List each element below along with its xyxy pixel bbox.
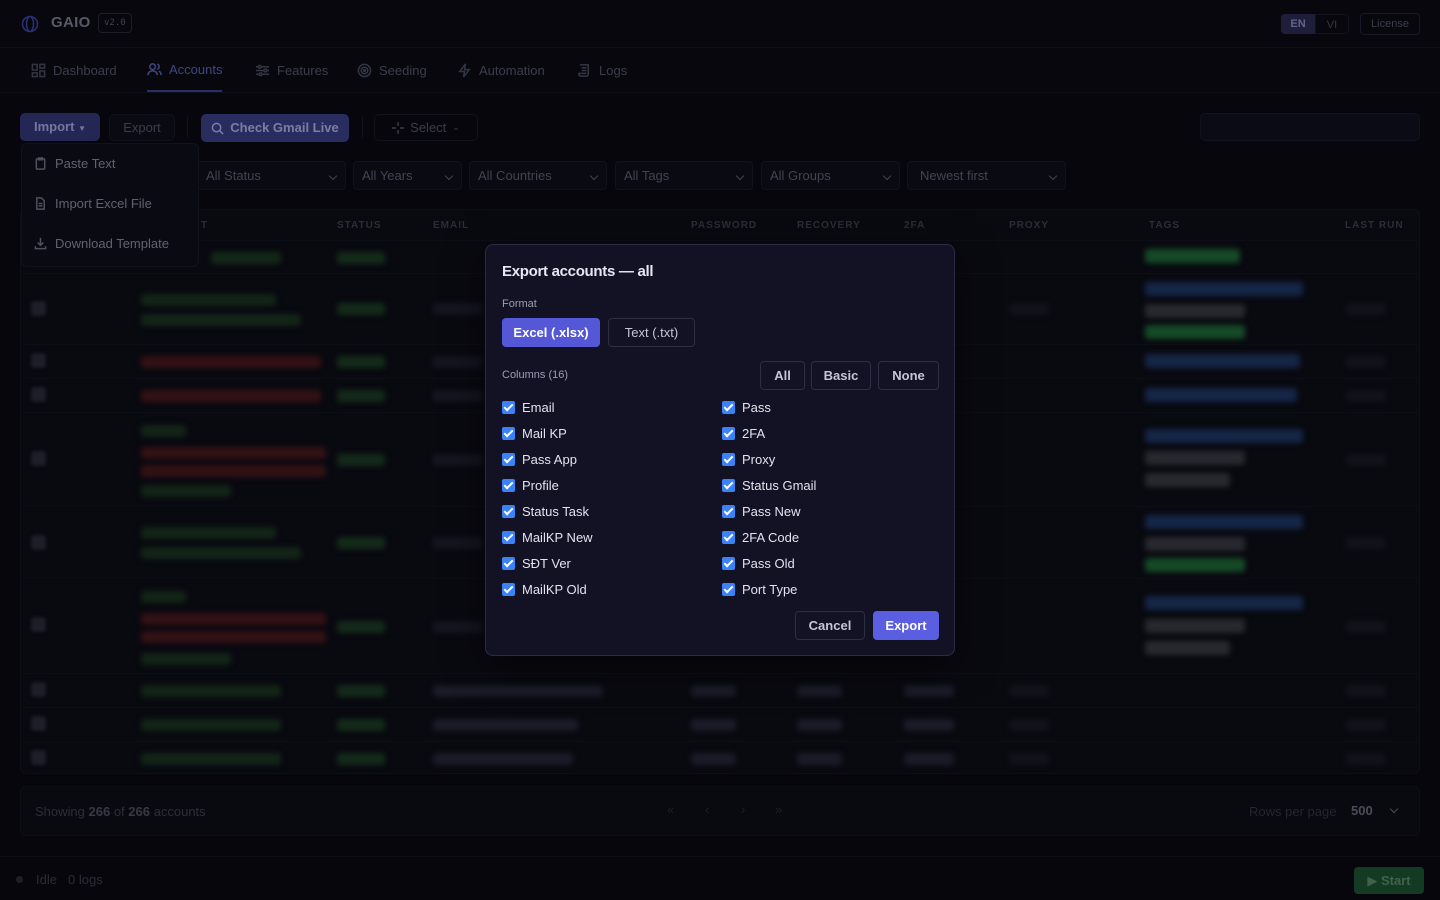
column-name: Status Task — [522, 504, 589, 519]
column-checkbox-status-task[interactable]: Status Task — [502, 504, 589, 519]
column-name: 2FA Code — [742, 530, 800, 545]
column-checkbox-sdt-ver[interactable]: SĐT Ver — [502, 556, 571, 571]
column-name: SĐT Ver — [522, 556, 571, 571]
checkbox-checked[interactable] — [502, 427, 515, 440]
column-checkbox-proxy[interactable]: Proxy — [722, 452, 775, 467]
select-none-button[interactable]: None — [878, 361, 939, 390]
column-checkbox-pass-app[interactable]: Pass App — [502, 452, 577, 467]
export-dialog: Export accounts — all Format Excel (.xls… — [485, 244, 955, 656]
export-confirm-button[interactable]: Export — [873, 611, 939, 640]
checkbox-checked[interactable] — [722, 583, 735, 596]
checkbox-checked[interactable] — [722, 505, 735, 518]
column-checkbox-mailkp-new[interactable]: MailKP New — [502, 530, 593, 545]
column-checkbox-pass-new[interactable]: Pass New — [722, 504, 801, 519]
checkbox-checked[interactable] — [502, 479, 515, 492]
select-all-button[interactable]: All — [760, 361, 805, 390]
column-name: Mail KP — [522, 426, 567, 441]
column-checkbox-status-gmail[interactable]: Status Gmail — [722, 478, 816, 493]
cancel-button[interactable]: Cancel — [795, 611, 865, 640]
checkbox-checked[interactable] — [502, 583, 515, 596]
column-name: Pass — [742, 400, 771, 415]
checkbox-checked[interactable] — [502, 557, 515, 570]
checkbox-checked[interactable] — [502, 531, 515, 544]
columns-label: Columns (16) — [502, 369, 569, 381]
column-name: MailKP Old — [522, 582, 587, 597]
column-name: MailKP New — [522, 530, 593, 545]
column-checkbox-mailkp-old[interactable]: MailKP Old — [502, 582, 587, 597]
checkbox-checked[interactable] — [502, 453, 515, 466]
format-label: Format — [502, 298, 537, 310]
column-checkbox-port-type[interactable]: Port Type — [722, 582, 797, 597]
checkbox-checked[interactable] — [722, 427, 735, 440]
checkbox-checked[interactable] — [722, 531, 735, 544]
checkbox-checked[interactable] — [722, 479, 735, 492]
select-basic-button[interactable]: Basic — [811, 361, 871, 390]
column-checkbox-2fa[interactable]: 2FA — [722, 426, 765, 441]
column-name: Proxy — [742, 452, 776, 467]
column-checkbox-pass[interactable]: Pass — [722, 400, 771, 415]
column-checkbox-profile[interactable]: Profile — [502, 478, 559, 493]
column-name: 2FA — [742, 426, 766, 441]
column-name: Pass Old — [742, 556, 795, 571]
column-name: Pass New — [742, 504, 801, 519]
dialog-title: Export accounts — all — [502, 263, 654, 280]
format-xlsx-button[interactable]: Excel (.xlsx) — [502, 318, 600, 347]
column-checkbox-mail-kp[interactable]: Mail KP — [502, 426, 567, 441]
column-name: Profile — [522, 478, 559, 493]
column-name: Status Gmail — [742, 478, 817, 493]
column-name: Pass App — [522, 452, 577, 467]
checkbox-checked[interactable] — [722, 401, 735, 414]
checkbox-checked[interactable] — [722, 557, 735, 570]
column-name: Email — [522, 400, 555, 415]
format-txt-button[interactable]: Text (.txt) — [608, 318, 695, 347]
column-checkbox-pass-old[interactable]: Pass Old — [722, 556, 795, 571]
checkbox-checked[interactable] — [502, 505, 515, 518]
column-checkbox-email[interactable]: Email — [502, 400, 555, 415]
checkbox-checked[interactable] — [722, 453, 735, 466]
column-checkbox-2fa-code[interactable]: 2FA Code — [722, 530, 799, 545]
column-name: Port Type — [742, 582, 798, 597]
checkbox-checked[interactable] — [502, 401, 515, 414]
